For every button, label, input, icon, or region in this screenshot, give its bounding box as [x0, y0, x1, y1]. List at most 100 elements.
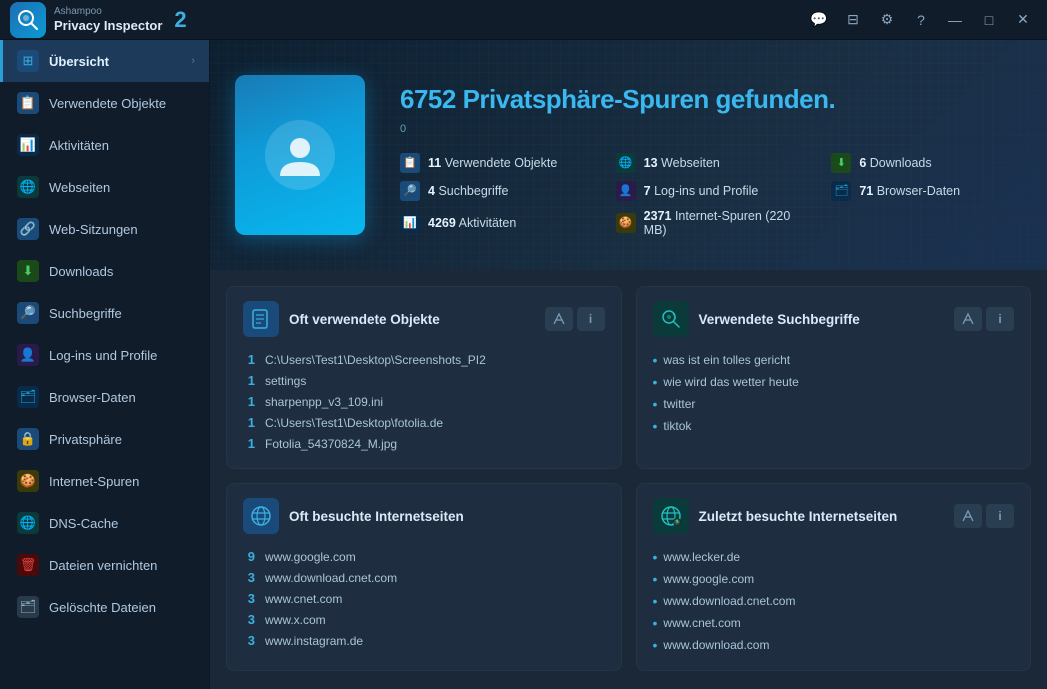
stat-text-verwendete-objekte: 11 Verwendete Objekte	[428, 156, 557, 170]
verwendete-objekte-icon: 📋	[17, 92, 39, 114]
list-item: twitter	[653, 393, 1015, 415]
sidebar-label-geloschte-dateien: Gelöschte Dateien	[49, 600, 195, 615]
sidebar-label-privatsphare: Privatsphäre	[49, 432, 195, 447]
stat-aktivitaten: 📊 4269 Aktivitäten	[400, 209, 596, 237]
ubersicht-icon: ⊞	[17, 50, 39, 72]
sidebar-label-browser-daten: Browser-Daten	[49, 390, 195, 405]
window-maximize-button[interactable]: □	[973, 6, 1005, 34]
card-zuletzt-internet-title-area: Zuletzt besuchte Internetseiten	[653, 498, 898, 534]
sidebar-label-verwendete-objekte: Verwendete Objekte	[49, 96, 195, 111]
sidebar-label-dateien-vernichten: Dateien vernichten	[49, 558, 195, 573]
stats-grid: 📋 11 Verwendete Objekte 🌐 13 Webseiten ⬇…	[400, 153, 1027, 237]
stat-downloads: ⬇ 6 Downloads	[831, 153, 1027, 173]
stat-verwendete-objekte: 📋 11 Verwendete Objekte	[400, 153, 596, 173]
window-minimize-button[interactable]: —	[939, 6, 971, 34]
internet-spuren-icon: 🍪	[17, 470, 39, 492]
stat-suchbegriffe: 🔎 4 Suchbegriffe	[400, 181, 596, 201]
webseiten-icon: 🌐	[17, 176, 39, 198]
dns-cache-icon: 🌐	[17, 512, 39, 534]
stat-icon-aktivitaten: 📊	[400, 213, 420, 233]
stat-icon-log-ins: 👤	[616, 181, 636, 201]
sidebar-label-ubersicht: Übersicht	[49, 54, 181, 69]
sidebar-label-suchbegriffe: Suchbegriffe	[49, 306, 195, 321]
ubersicht-arrow-icon: ›	[191, 55, 195, 67]
app-branding: Ashampoo Privacy Inspector 2	[0, 2, 197, 38]
card-zuletzt-internet-icon	[653, 498, 689, 534]
card-oft-objekte: Oft verwendete Objekte i	[226, 286, 622, 469]
sidebar-item-internet-spuren[interactable]: 🍪 Internet-Spuren	[0, 460, 209, 502]
sidebar-item-log-ins[interactable]: 👤 Log-ins und Profile	[0, 334, 209, 376]
card-suchbegriffe-clean-button[interactable]	[954, 307, 982, 331]
list-item: 3 www.cnet.com	[243, 588, 605, 609]
stat-text-downloads: 6 Downloads	[859, 156, 931, 170]
sidebar-item-geloschte-dateien[interactable]: 🗂 Gelöschte Dateien	[0, 586, 209, 628]
aktivitaten-icon: 📊	[17, 134, 39, 156]
card-zuletzt-internet: Zuletzt besuchte Internetseiten i	[636, 483, 1032, 671]
sidebar-item-aktivitaten[interactable]: 📊 Aktivitäten	[0, 124, 209, 166]
browser-daten-icon: 🗂	[17, 386, 39, 408]
list-item: 1 settings	[243, 370, 605, 391]
hero-avatar	[235, 75, 365, 235]
window-close-button[interactable]: ✕	[1007, 6, 1039, 34]
sidebar-item-suchbegriffe[interactable]: 🔎 Suchbegriffe	[0, 292, 209, 334]
stat-icon-browser-daten: 🗂	[831, 181, 851, 201]
stat-browser-daten: 🗂 71 Browser-Daten	[831, 181, 1027, 201]
stat-log-ins: 👤 7 Log-ins und Profile	[616, 181, 812, 201]
list-item: 3 www.download.cnet.com	[243, 567, 605, 588]
app-title: Ashampoo Privacy Inspector	[54, 6, 162, 34]
sidebar-label-webseiten: Webseiten	[49, 180, 195, 195]
content-area: 6752 Privatsphäre-Spuren gefunden. 0 📋 1…	[210, 40, 1047, 689]
privatsphare-icon: 🔒	[17, 428, 39, 450]
sidebar-item-webseiten[interactable]: 🌐 Webseiten	[0, 166, 209, 208]
stat-icon-verwendete-objekte: 📋	[400, 153, 420, 173]
card-oft-objekte-clean-button[interactable]	[545, 307, 573, 331]
sidebar-item-dns-cache[interactable]: 🌐 DNS-Cache	[0, 502, 209, 544]
chat-icon-button[interactable]: 💬	[803, 6, 835, 34]
sidebar-item-privatsphare[interactable]: 🔒 Privatsphäre	[0, 418, 209, 460]
list-item: www.download.cnet.com	[653, 590, 1015, 612]
sidebar-item-dateien-vernichten[interactable]: 🗑 Dateien vernichten	[0, 544, 209, 586]
card-oft-internet-title-area: Oft besuchte Internetseiten	[243, 498, 464, 534]
card-oft-objekte-info-button[interactable]: i	[577, 307, 605, 331]
card-zuletzt-internet-clean-button[interactable]	[954, 504, 982, 528]
stat-icon-webseiten: 🌐	[616, 153, 636, 173]
list-item: tiktok	[653, 415, 1015, 437]
list-item: 3 www.instagram.de	[243, 630, 605, 651]
minimize-to-tray-button[interactable]: ⊟	[837, 6, 869, 34]
sidebar-item-ubersicht[interactable]: ⊞ Übersicht ›	[0, 40, 209, 82]
list-item: 1 C:\Users\Test1\Desktop\fotolia.de	[243, 412, 605, 433]
hero-title: 6752 Privatsphäre-Spuren gefunden.	[400, 84, 1027, 115]
card-suchbegriffe-info-button[interactable]: i	[986, 307, 1014, 331]
sidebar-label-aktivitaten: Aktivitäten	[49, 138, 195, 153]
list-item: 1 sharpenpp_v3_109.ini	[243, 391, 605, 412]
sidebar-item-web-sitzungen[interactable]: 🔗 Web-Sitzungen	[0, 208, 209, 250]
cards-row-2: Oft besuchte Internetseiten 9 www.google…	[226, 483, 1031, 671]
sidebar-item-downloads[interactable]: ⬇ Downloads	[0, 250, 209, 292]
list-item: www.lecker.de	[653, 546, 1015, 568]
sidebar-item-verwendete-objekte[interactable]: 📋 Verwendete Objekte	[0, 82, 209, 124]
sidebar-label-internet-spuren: Internet-Spuren	[49, 474, 195, 489]
list-item: 3 www.x.com	[243, 609, 605, 630]
geloschte-dateien-icon: 🗂	[17, 596, 39, 618]
suchbegriffe-icon: 🔎	[17, 302, 39, 324]
hero-stats-section: 6752 Privatsphäre-Spuren gefunden. 0 📋 1…	[390, 40, 1047, 270]
list-item: wie wird das wetter heute	[653, 371, 1015, 393]
cards-section: Oft verwendete Objekte i	[210, 270, 1047, 687]
sidebar-item-browser-daten[interactable]: 🗂 Browser-Daten	[0, 376, 209, 418]
stat-webseiten: 🌐 13 Webseiten	[616, 153, 812, 173]
stat-text-browser-daten: 71 Browser-Daten	[859, 184, 960, 198]
card-zuletzt-internet-info-button[interactable]: i	[986, 504, 1014, 528]
stat-text-suchbegriffe: 4 Suchbegriffe	[428, 184, 508, 198]
help-icon-button[interactable]: ?	[905, 6, 937, 34]
settings-icon-button[interactable]: ⚙	[871, 6, 903, 34]
log-ins-icon: 👤	[17, 344, 39, 366]
stat-icon-suchbegriffe: 🔎	[400, 181, 420, 201]
card-oft-objekte-icon	[243, 301, 279, 337]
hero-avatar-section	[210, 40, 390, 270]
card-zuletzt-internet-actions: i	[954, 504, 1014, 528]
card-suchbegriffe-title-area: Verwendete Suchbegriffe	[653, 301, 860, 337]
card-oft-objekte-title-area: Oft verwendete Objekte	[243, 301, 440, 337]
stat-internet-spuren: 🍪 2371 Internet-Spuren (220 MB)	[616, 209, 812, 237]
sidebar-label-dns-cache: DNS-Cache	[49, 516, 195, 531]
card-oft-objekte-list: 1 C:\Users\Test1\Desktop\Screenshots_PI2…	[243, 349, 605, 454]
